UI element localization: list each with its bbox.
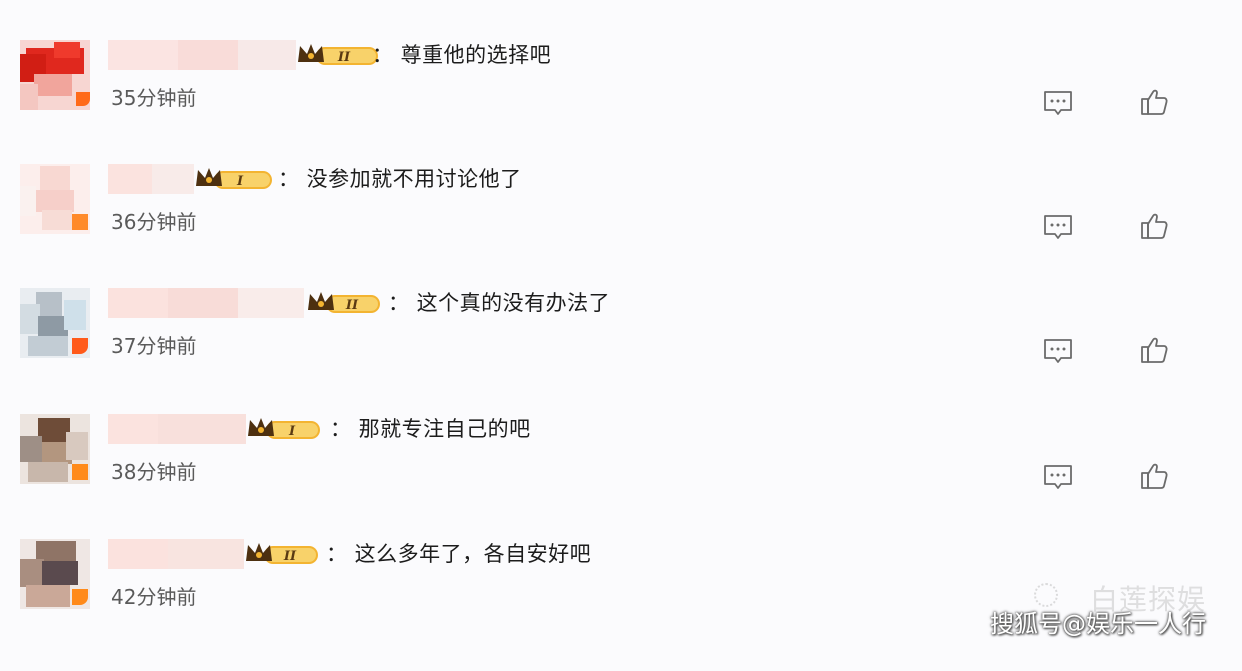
avatar[interactable] [20,164,90,234]
comment-item: I ： 没参加就不用讨论他了 36分钟前 [0,164,1242,296]
crown-icon: I [248,418,320,439]
svg-text:I: I [236,174,244,189]
comment-text: ： 没参加就不用讨论他了 [278,167,522,191]
comment-icon[interactable] [1042,462,1074,492]
thumbs-up-icon[interactable] [1138,210,1170,242]
username-blurred[interactable] [108,164,194,194]
comment-text: ： 这个真的没有办法了 [388,291,611,315]
username-blurred[interactable] [108,539,244,569]
crown-icon: II [298,44,378,65]
comment-icon[interactable] [1042,336,1074,366]
avatar[interactable] [20,414,90,484]
thumbs-up-icon[interactable] [1138,86,1170,118]
vip-level-badge: II [244,539,328,569]
comment-timestamp: 37分钟前 [111,334,197,358]
vip-level-badge: II [296,40,380,70]
avatar[interactable] [20,40,90,110]
vip-level-badge: I [194,164,278,194]
comment-feed: II ： 尊重他的选择吧 35分钟前 I ： 没参加就不用讨论他了 36分钟前 … [0,0,1242,646]
svg-text:II: II [345,298,359,313]
comment-timestamp: 35分钟前 [111,86,197,110]
comment-timestamp: 38分钟前 [111,460,197,484]
comment-item: II ： 尊重他的选择吧 35分钟前 [0,40,1242,172]
crown-icon: II [308,292,380,313]
avatar[interactable] [20,539,90,609]
vip-level-badge: II [306,288,390,318]
username-blurred[interactable] [108,414,246,444]
comment-text: ： 这么多年了，各自安好吧 [326,542,592,566]
watermark: 搜狐号@娱乐一人行 [990,610,1206,638]
crown-icon: I [196,168,272,189]
comment-text: ： 尊重他的选择吧 [372,43,552,67]
vip-level-badge: I [246,414,330,444]
avatar[interactable] [20,288,90,358]
comment-timestamp: 36分钟前 [111,210,197,234]
username-blurred[interactable] [108,40,296,70]
comment-item: I ： 那就专注自己的吧 38分钟前 [0,414,1242,546]
svg-text:II: II [337,50,351,65]
username-blurred[interactable] [108,288,304,318]
comment-icon[interactable] [1042,212,1074,242]
thumbs-up-icon[interactable] [1138,334,1170,366]
comment-text: ： 那就专注自己的吧 [330,417,531,441]
thumbs-up-icon[interactable] [1138,460,1170,492]
comment-icon[interactable] [1042,88,1074,118]
svg-text:I: I [288,424,296,439]
svg-text:II: II [283,549,297,564]
comment-item: II ： 这个真的没有办法了 37分钟前 [0,288,1242,420]
crown-icon: II [246,543,318,564]
comment-timestamp: 42分钟前 [111,585,197,609]
